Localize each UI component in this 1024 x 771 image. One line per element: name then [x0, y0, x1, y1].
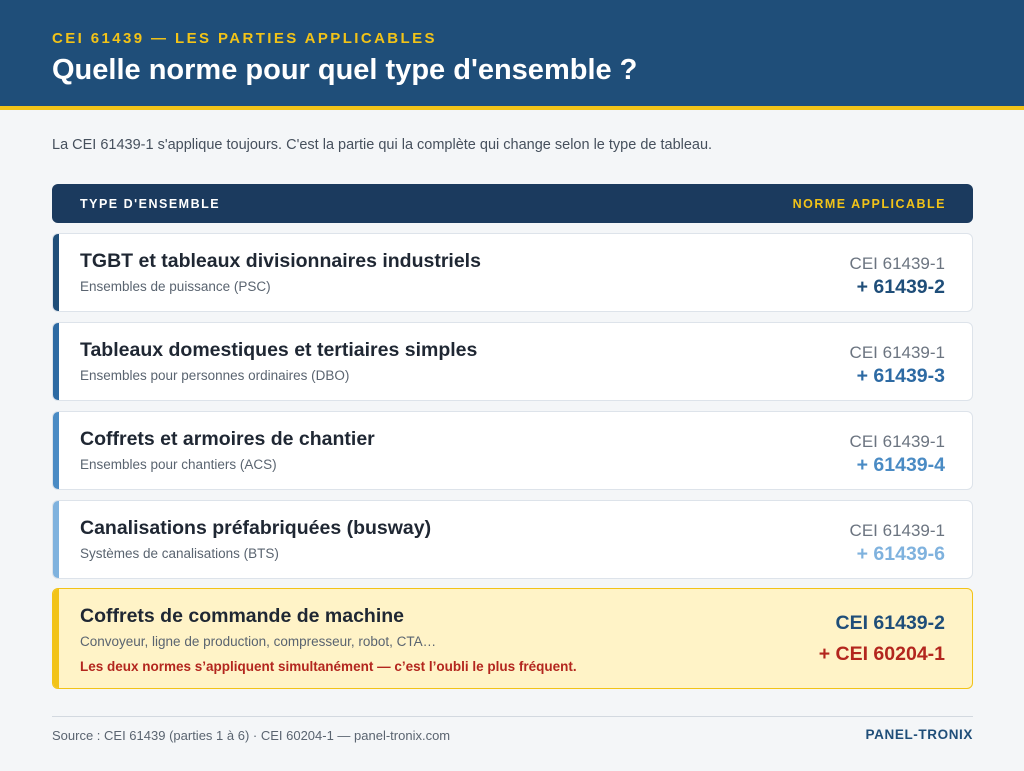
row-accent-bar: [53, 323, 59, 400]
warning-note: Les deux normes s’appliquent simultanéme…: [80, 659, 577, 674]
footer-brand-logo: PANEL-TRONIX: [865, 727, 973, 742]
intro-text: La CEI 61439-1 s'applique toujours. C'es…: [52, 137, 713, 153]
row-accent-bar: [53, 234, 59, 311]
row-name: Canalisations préfabriquées (busway): [80, 517, 432, 539]
header-kicker: CEI 61439 — LES PARTIES APPLICABLES: [52, 30, 437, 47]
row-base-norm: CEI 61439-1: [849, 343, 945, 362]
row-subtitle: Ensembles pour personnes ordinaires (DBO…: [80, 368, 350, 383]
row-plus-norm: + 61439-4: [856, 454, 945, 476]
row-plus-norm: + 61439-6: [856, 543, 945, 565]
row-accent-bar: [53, 501, 59, 578]
row-accent-bar: [53, 589, 59, 688]
row-base-norm: CEI 61439-1: [849, 521, 945, 540]
table-header: TYPE D'ENSEMBLE NORME APPLICABLE: [52, 184, 973, 223]
table-row: Coffrets et armoires de chantier Ensembl…: [52, 411, 973, 490]
highlight-row: Coffrets de commande de machine Convoyeu…: [52, 588, 973, 689]
row-plus-norm: + 61439-3: [856, 365, 945, 387]
row-name: Coffrets et armoires de chantier: [80, 428, 375, 450]
row-subtitle: Ensembles de puissance (PSC): [80, 279, 271, 294]
row-plus-norm: + 61439-2: [856, 276, 945, 298]
table-row: Canalisations préfabriquées (busway) Sys…: [52, 500, 973, 579]
row-name: Coffrets de commande de machine: [80, 605, 404, 627]
footer-divider: [52, 716, 973, 717]
row-base-norm: CEI 61439-1: [849, 254, 945, 273]
row-subtitle: Ensembles pour chantiers (ACS): [80, 457, 277, 472]
header-banner: CEI 61439 — LES PARTIES APPLICABLES Quel…: [0, 0, 1024, 110]
row-subtitle: Convoyeur, ligne de production, compress…: [80, 634, 437, 649]
column-header-type: TYPE D'ENSEMBLE: [80, 197, 221, 211]
row-plus-norm: + CEI 60204-1: [818, 643, 945, 665]
column-header-norme: NORME APPLICABLE: [792, 197, 946, 211]
row-name: Tableaux domestiques et tertiaires simpl…: [80, 339, 478, 361]
row-subtitle: Systèmes de canalisations (BTS): [80, 546, 279, 561]
row-name: TGBT et tableaux divisionnaires industri…: [80, 250, 481, 272]
row-accent-bar: [53, 412, 59, 489]
page-title: Quelle norme pour quel type d'ensemble ?: [52, 54, 638, 86]
row-base-norm: CEI 61439-1: [849, 432, 945, 451]
row-base-norm: CEI 61439-2: [835, 612, 946, 634]
table-row: Tableaux domestiques et tertiaires simpl…: [52, 322, 973, 401]
table-row: TGBT et tableaux divisionnaires industri…: [52, 233, 973, 312]
footer-source: Source : CEI 61439 (parties 1 à 6) · CEI…: [52, 728, 451, 743]
